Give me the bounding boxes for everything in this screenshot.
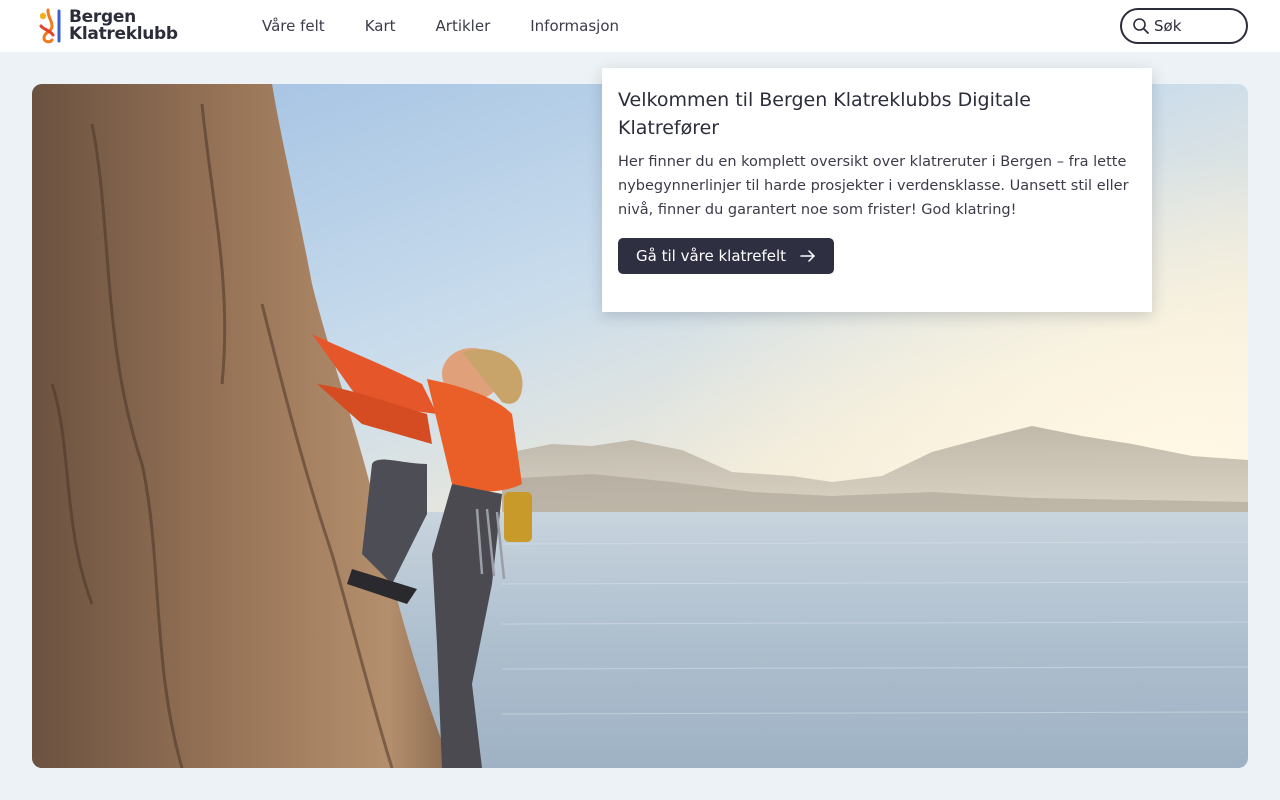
search-icon [1133, 18, 1149, 34]
brand-name: Bergen Klatreklubb [69, 9, 178, 43]
nav-item-kart[interactable]: Kart [365, 17, 396, 35]
arrow-right-icon [800, 250, 815, 262]
nav-item-artikler[interactable]: Artikler [436, 17, 491, 35]
top-navigation-bar: Bergen Klatreklubb Våre felt Kart Artikl… [0, 0, 1280, 52]
brand-name-line2: Klatreklubb [69, 24, 178, 44]
nav-item-informasjon[interactable]: Informasjon [530, 17, 619, 35]
brand-logo[interactable]: Bergen Klatreklubb [38, 8, 188, 44]
welcome-text: Her finner du en komplett oversikt over … [618, 154, 1129, 218]
search-box[interactable] [1120, 8, 1248, 44]
search-input[interactable] [1154, 17, 1238, 35]
welcome-title: Velkommen til Bergen Klatreklubbs Digita… [618, 89, 1031, 139]
welcome-card: Velkommen til Bergen Klatreklubbs Digita… [602, 68, 1152, 312]
brand-logo-mark-icon [39, 8, 61, 44]
go-to-climbing-areas-button[interactable]: Gå til våre klatrefelt [618, 238, 835, 274]
cta-label: Gå til våre klatrefelt [636, 247, 787, 265]
nav-item-vare-felt[interactable]: Våre felt [262, 17, 325, 35]
main-nav: Våre felt Kart Artikler Informasjon [262, 0, 659, 52]
